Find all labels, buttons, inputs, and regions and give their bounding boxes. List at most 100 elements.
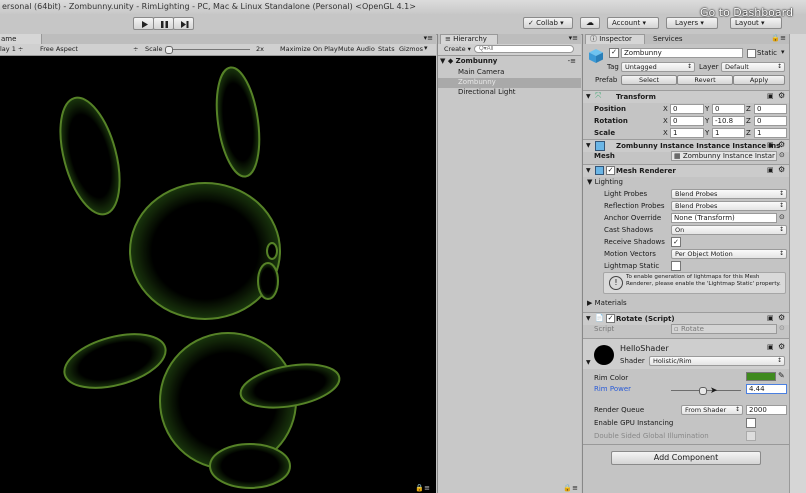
render-queue-dropdown[interactable]: From Shader bbox=[681, 405, 743, 415]
prefab-apply-button[interactable]: Apply bbox=[733, 75, 785, 85]
hierarchy-search-input[interactable] bbox=[474, 45, 574, 53]
y-field[interactable]: 0 bbox=[712, 104, 745, 114]
lightmap-static-checkbox[interactable] bbox=[671, 261, 681, 271]
scale-slider-thumb[interactable] bbox=[165, 46, 173, 54]
divider bbox=[583, 444, 789, 445]
mesh-field[interactable]: ▦ Zombunny Instance Instar bbox=[671, 151, 777, 161]
mute-audio-toggle[interactable]: Mute Audio bbox=[338, 45, 375, 53]
y-axis-label: Y bbox=[705, 105, 710, 113]
reflection-probes-dropdown[interactable]: Blend Probes bbox=[671, 201, 787, 211]
layer-dropdown[interactable]: Default bbox=[721, 62, 785, 72]
aspect-dropdown[interactable]: Free Aspect ÷ bbox=[40, 45, 140, 53]
tab-game[interactable]: ame bbox=[0, 34, 42, 44]
render-queue-field[interactable]: 2000 bbox=[746, 405, 787, 415]
object-picker-icon[interactable]: ⊙ bbox=[779, 213, 785, 221]
help-icon[interactable]: ▣ bbox=[767, 92, 774, 100]
cloud-button[interactable]: ☁ bbox=[580, 17, 600, 29]
list-item[interactable]: Main Camera bbox=[438, 68, 581, 78]
script-label: Script bbox=[594, 325, 615, 333]
transform-title: Transform bbox=[616, 93, 656, 101]
gear-icon[interactable]: ⚙ bbox=[778, 165, 785, 174]
motion-vectors-dropdown[interactable]: Per Object Motion bbox=[671, 249, 787, 259]
rim-power-slider[interactable] bbox=[671, 387, 741, 395]
y-field[interactable]: -10.8 bbox=[712, 116, 745, 126]
active-checkbox[interactable]: ✓ bbox=[609, 48, 619, 58]
prefab-revert-button[interactable]: Revert bbox=[677, 75, 733, 85]
x-field[interactable]: 0 bbox=[670, 104, 704, 114]
shader-dropdown[interactable]: Holistic/Rim bbox=[649, 356, 785, 366]
renderer-row-label: Receive Shadows bbox=[604, 238, 665, 246]
create-dropdown[interactable]: Create ▾ bbox=[444, 45, 471, 53]
step-button[interactable] bbox=[173, 17, 194, 30]
help-icon[interactable]: ▣ bbox=[767, 141, 774, 149]
z-field[interactable]: 0 bbox=[754, 116, 787, 126]
rim-color-label: Rim Color bbox=[594, 374, 629, 382]
material-preview-sphere bbox=[594, 345, 614, 365]
object-name-field[interactable]: Zombunny bbox=[621, 48, 743, 58]
renderer-enabled-checkbox[interactable]: ✓ bbox=[606, 166, 615, 175]
materials-foldout[interactable]: ▶ Materials bbox=[587, 299, 627, 307]
static-dropdown-icon[interactable]: ▾ bbox=[781, 48, 785, 56]
lighting-foldout[interactable]: ▼ Lighting bbox=[587, 178, 623, 186]
receive-shadows-checkbox[interactable]: ✓ bbox=[671, 237, 681, 247]
hierarchy-scene-row[interactable]: ▼ ◆ Zombunny -≡ bbox=[440, 57, 580, 67]
go-to-dashboard-link[interactable]: Go to Dashboard bbox=[700, 6, 793, 19]
account-dropdown[interactable]: Account ▾ bbox=[607, 17, 659, 29]
rim-power-field[interactable]: 4.44 bbox=[746, 384, 787, 394]
static-checkbox[interactable] bbox=[747, 49, 756, 58]
aspect-chevron-icon: ÷ bbox=[133, 45, 139, 53]
display-dropdown[interactable]: lay 1 ÷ bbox=[0, 45, 36, 53]
tab-hierarchy[interactable]: ≡ Hierarchy bbox=[440, 34, 498, 44]
help-icon[interactable]: ▣ bbox=[767, 166, 774, 174]
rim-color-swatch[interactable] bbox=[746, 372, 776, 381]
x-field[interactable]: 1 bbox=[670, 128, 704, 138]
pause-button[interactable] bbox=[153, 17, 174, 30]
x-field[interactable]: 0 bbox=[670, 116, 704, 126]
help-icon[interactable]: ▣ bbox=[767, 343, 774, 351]
z-field[interactable]: 1 bbox=[754, 128, 787, 138]
scene-menu-icon[interactable]: -≡ bbox=[568, 57, 576, 65]
inspector-lock-icon[interactable]: 🔒≡ bbox=[771, 34, 786, 42]
tab-services[interactable]: Services bbox=[653, 35, 683, 43]
anchor-override-field[interactable]: None (Transform) bbox=[671, 213, 777, 223]
hierarchy-lock-icon[interactable]: 🔒≡ bbox=[563, 484, 578, 492]
help-icon[interactable]: ▣ bbox=[767, 314, 774, 322]
maximize-on-play-toggle[interactable]: Maximize On Play bbox=[280, 45, 338, 53]
add-component-button[interactable]: Add Component bbox=[611, 451, 761, 465]
game-lock-icon[interactable]: 🔒≡ bbox=[415, 484, 430, 492]
lightmap-info-text: To enable generation of lightmaps for th… bbox=[626, 274, 781, 287]
play-button[interactable] bbox=[133, 17, 154, 30]
tab-inspector[interactable]: ⓘ Inspector bbox=[585, 34, 645, 44]
hierarchy-menu-icon[interactable]: ▾≡ bbox=[569, 34, 578, 42]
cast-shadows-dropdown[interactable]: On bbox=[671, 225, 787, 235]
light-probes-dropdown[interactable]: Blend Probes bbox=[671, 189, 787, 199]
gizmos-dropdown[interactable]: Gizmos bbox=[399, 45, 423, 53]
object-picker-icon[interactable]: ⊙ bbox=[779, 151, 785, 159]
script-field: ▫ Rotate bbox=[671, 324, 777, 334]
stats-toggle[interactable]: Stats bbox=[378, 45, 395, 53]
transform-header[interactable]: ▼ ⤧ Transform ▣ ⚙ bbox=[583, 90, 789, 103]
cloud-icon: ☁ bbox=[586, 18, 594, 27]
eyedropper-icon[interactable]: ✎ bbox=[778, 371, 785, 380]
rotate-enabled-checkbox[interactable]: ✓ bbox=[606, 314, 615, 323]
scale-slider[interactable] bbox=[165, 46, 250, 54]
list-item-selected[interactable]: Zombunny bbox=[438, 78, 581, 88]
gear-icon[interactable]: ⚙ bbox=[778, 140, 785, 149]
gear-icon[interactable]: ⚙ bbox=[778, 342, 785, 351]
z-field[interactable]: 0 bbox=[754, 104, 787, 114]
transform-row-label: Rotation bbox=[594, 117, 628, 125]
gpu-instancing-checkbox[interactable] bbox=[746, 418, 756, 428]
collab-button[interactable]: ✓ Collab ▾ bbox=[523, 17, 573, 29]
list-item[interactable]: Directional Light bbox=[438, 88, 581, 98]
lighting-label: Lighting bbox=[594, 178, 623, 186]
renderer-header[interactable]: ▼ ✓ Mesh Renderer ▣ ⚙ bbox=[583, 164, 789, 177]
renderer-row-label: Lightmap Static bbox=[604, 262, 660, 270]
tag-dropdown[interactable]: Untagged bbox=[621, 62, 695, 72]
game-panel-menu-icon[interactable]: ▾≡ bbox=[424, 34, 433, 42]
gear-icon[interactable]: ⚙ bbox=[778, 91, 785, 100]
y-field[interactable]: 1 bbox=[712, 128, 745, 138]
gear-icon[interactable]: ⚙ bbox=[778, 313, 785, 322]
prefab-select-button[interactable]: Select bbox=[621, 75, 677, 85]
expand-triangle-icon[interactable]: ▼ bbox=[586, 359, 591, 366]
rim-power-slider-thumb[interactable] bbox=[698, 387, 707, 395]
